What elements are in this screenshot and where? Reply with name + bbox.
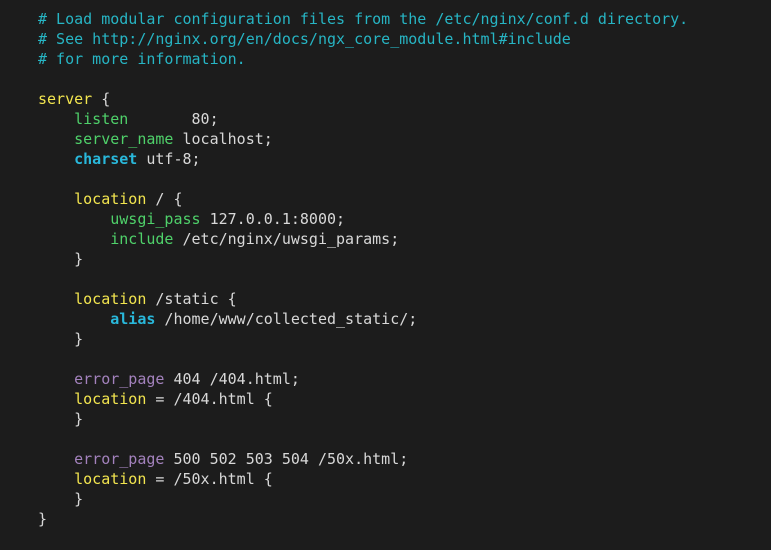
- code-token-punct: /static {: [146, 290, 237, 308]
- code-token-punct: / {: [146, 190, 183, 208]
- code-token-block: location: [74, 190, 147, 208]
- code-line[interactable]: # See http://nginx.org/en/docs/ngx_core_…: [38, 29, 771, 49]
- code-token-block: location: [74, 290, 147, 308]
- code-line[interactable]: }: [38, 509, 771, 529]
- code-token-directive: uwsgi_pass: [110, 210, 201, 228]
- code-line[interactable]: [38, 349, 771, 369]
- code-token-value: 500 502 503 504 /50x.html;: [164, 450, 409, 468]
- code-token-block: location: [74, 470, 147, 488]
- code-token-value: /home/www/collected_static/;: [155, 310, 418, 328]
- code-token-punct: {: [92, 90, 111, 108]
- code-line[interactable]: server {: [38, 89, 771, 109]
- code-token-comment: # Load modular configuration files from …: [38, 10, 689, 28]
- code-line[interactable]: # Load modular configuration files from …: [38, 9, 771, 29]
- code-token-punct: }: [74, 330, 84, 348]
- code-token-block: location: [74, 390, 147, 408]
- code-line[interactable]: [38, 429, 771, 449]
- code-token-errpage: error_page: [74, 370, 165, 388]
- code-line[interactable]: location = /50x.html {: [38, 469, 771, 489]
- code-line[interactable]: charset utf-8;: [38, 149, 771, 169]
- code-line[interactable]: location / {: [38, 189, 771, 209]
- code-line[interactable]: location = /404.html {: [38, 389, 771, 409]
- code-editor-surface[interactable]: # Load modular configuration files from …: [0, 0, 771, 550]
- code-token-value: 127.0.0.1:8000;: [200, 210, 346, 228]
- code-token-value: 80;: [128, 110, 219, 128]
- code-token-comment: # for more information.: [38, 50, 246, 68]
- code-token-value: utf-8;: [137, 150, 201, 168]
- code-token-comment: # See http://nginx.org/en/docs/ngx_core_…: [38, 30, 571, 48]
- code-line[interactable]: location /static {: [38, 289, 771, 309]
- code-line[interactable]: [38, 269, 771, 289]
- code-line[interactable]: }: [38, 489, 771, 509]
- code-token-directive: listen: [74, 110, 129, 128]
- code-line[interactable]: [38, 169, 771, 189]
- code-token-directive: include: [110, 230, 174, 248]
- code-content[interactable]: # Load modular configuration files from …: [0, 9, 771, 529]
- code-line[interactable]: server_name localhost;: [38, 129, 771, 149]
- code-token-punct: = /50x.html {: [146, 470, 273, 488]
- code-line[interactable]: }: [38, 329, 771, 349]
- code-token-punct: }: [74, 490, 84, 508]
- code-token-block: server: [38, 90, 93, 108]
- code-line[interactable]: }: [38, 249, 771, 269]
- code-token-value: 404 /404.html;: [164, 370, 300, 388]
- code-token-special: alias: [110, 310, 156, 328]
- code-token-value: /etc/nginx/uwsgi_params;: [173, 230, 400, 248]
- code-line[interactable]: [38, 69, 771, 89]
- code-line[interactable]: include /etc/nginx/uwsgi_params;: [38, 229, 771, 249]
- code-token-errpage: error_page: [74, 450, 165, 468]
- code-line[interactable]: listen 80;: [38, 109, 771, 129]
- code-token-punct: }: [74, 250, 84, 268]
- code-token-punct: }: [74, 410, 84, 428]
- code-token-special: charset: [74, 150, 138, 168]
- code-line[interactable]: uwsgi_pass 127.0.0.1:8000;: [38, 209, 771, 229]
- code-line[interactable]: alias /home/www/collected_static/;: [38, 309, 771, 329]
- code-line[interactable]: error_page 500 502 503 504 /50x.html;: [38, 449, 771, 469]
- code-line[interactable]: error_page 404 /404.html;: [38, 369, 771, 389]
- code-line[interactable]: # for more information.: [38, 49, 771, 69]
- code-token-directive: server_name: [74, 130, 174, 148]
- code-token-punct: = /404.html {: [146, 390, 273, 408]
- code-line[interactable]: }: [38, 409, 771, 429]
- code-token-punct: }: [38, 510, 48, 528]
- code-token-value: localhost;: [173, 130, 273, 148]
